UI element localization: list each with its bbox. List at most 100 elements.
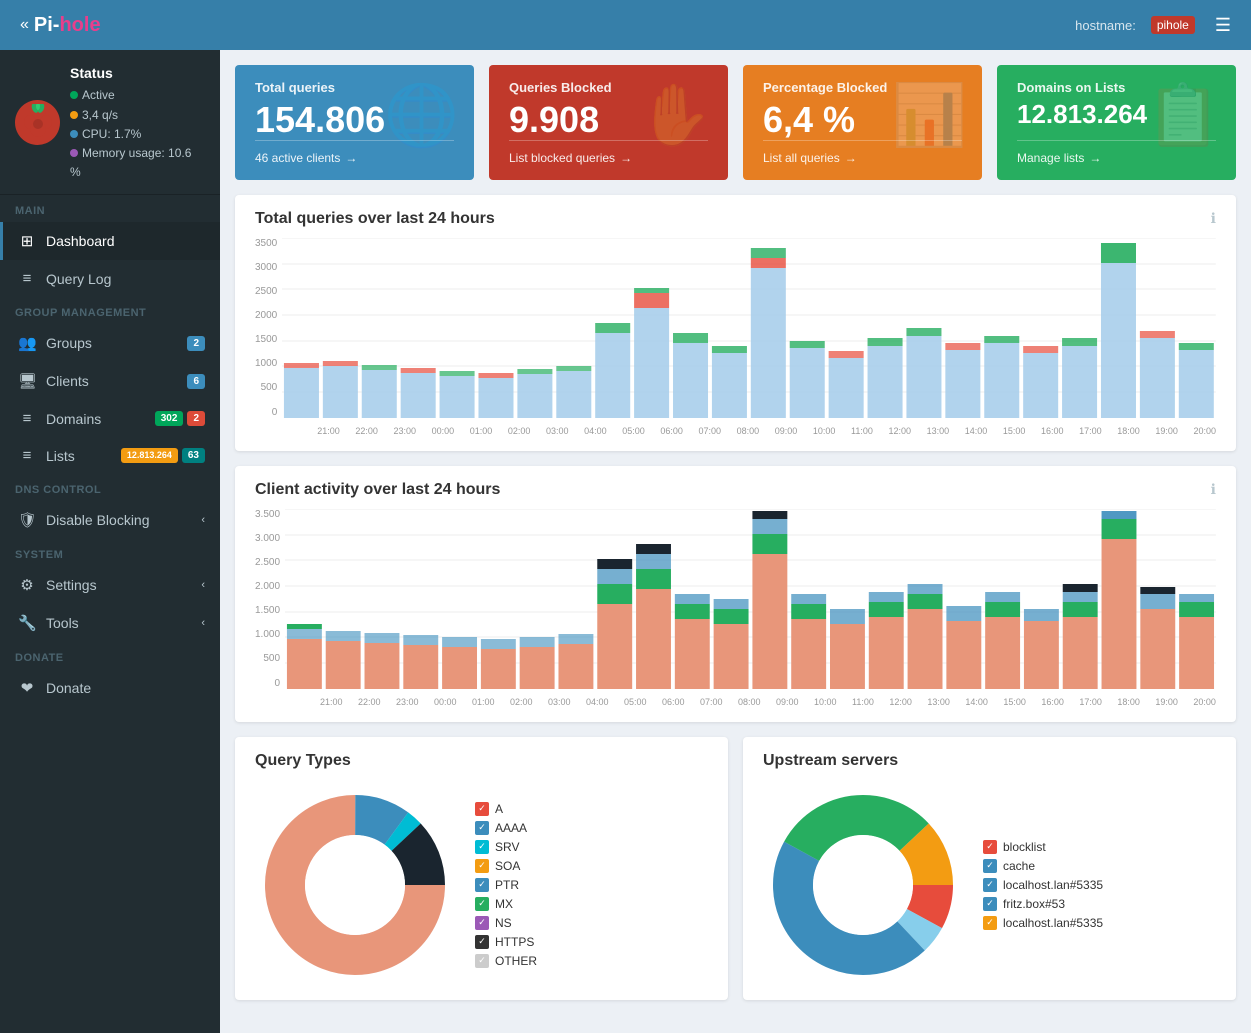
chart-total-title: Total queries over last 24 hours bbox=[255, 210, 495, 228]
avatar bbox=[15, 100, 60, 145]
upstream-content: ✓ blocklist ✓ cache ✓ localhost.lan#5335 bbox=[763, 785, 1216, 985]
section-label-donate: DONATE bbox=[0, 642, 220, 669]
query-types-card: Query Types bbox=[235, 737, 728, 1000]
sidebar-item-donate-label: Donate bbox=[46, 680, 91, 696]
legend-item-ptr: ✓ PTR bbox=[475, 878, 537, 892]
query-log-icon: ≡ bbox=[18, 270, 36, 287]
legend-check-other[interactable]: ✓ bbox=[475, 954, 489, 968]
disable-blocking-icon: 🛡 bbox=[18, 511, 36, 529]
legend-check-https[interactable]: ✓ bbox=[475, 935, 489, 949]
legend-item-blocklist: ✓ blocklist bbox=[983, 840, 1103, 854]
stat-card-total-queries: Total queries 154.806 🌐 46 active client… bbox=[235, 65, 474, 180]
legend-check-cache[interactable]: ✓ bbox=[983, 859, 997, 873]
upstream-donut bbox=[763, 785, 963, 985]
stat-footer-total[interactable]: 46 active clients → bbox=[255, 140, 454, 165]
status-memory: Memory usage: 10.6 % bbox=[70, 144, 205, 182]
legend-item-soa: ✓ SOA bbox=[475, 859, 537, 873]
donate-icon: ❤ bbox=[18, 679, 36, 697]
legend-item-https: ✓ HTTPS bbox=[475, 935, 537, 949]
legend-item-a: ✓ A bbox=[475, 802, 537, 816]
legend-check-a[interactable]: ✓ bbox=[475, 802, 489, 816]
stat-footer-percentage[interactable]: List all queries → bbox=[763, 140, 962, 165]
legend-item-cache: ✓ cache bbox=[983, 859, 1103, 873]
clients-icon: 🖥 bbox=[18, 372, 36, 390]
hamburger-button[interactable]: ☰ bbox=[1210, 10, 1236, 41]
stat-footer-domains[interactable]: Manage lists → bbox=[1017, 140, 1216, 165]
tools-chevron: ‹ bbox=[201, 617, 205, 629]
legend-item-localhost5335: ✓ localhost.lan#5335 bbox=[983, 878, 1103, 892]
groups-icon: 👥 bbox=[18, 334, 36, 352]
sidebar-item-dashboard-label: Dashboard bbox=[46, 233, 115, 249]
lists-badge-count: 12.813.264 bbox=[121, 448, 178, 463]
legend-check-soa[interactable]: ✓ bbox=[475, 859, 489, 873]
sidebar-item-domains[interactable]: ≡ Domains 302 2 bbox=[0, 400, 220, 437]
query-types-legend: ✓ A ✓ AAAA ✓ SRV ✓ SOA bbox=[475, 802, 537, 968]
section-label-main: MAIN bbox=[0, 195, 220, 222]
chart-client-bars: 21:0022:0023:0000:0001:0002:0003:0004:00… bbox=[285, 509, 1216, 707]
chart-total-bars: 21:0022:0023:0000:0001:0002:0003:0004:00… bbox=[282, 238, 1216, 436]
chart-total-info-icon[interactable]: ℹ bbox=[1211, 210, 1216, 227]
navbar-right: hostname: pihole ☰ bbox=[1075, 10, 1236, 41]
chart-client-activity: Client activity over last 24 hours ℹ 3.5… bbox=[235, 466, 1236, 722]
sidebar-item-groups-label: Groups bbox=[46, 335, 92, 351]
legend-check-aaaa[interactable]: ✓ bbox=[475, 821, 489, 835]
sidebar-item-settings[interactable]: ⚙ Settings ‹ bbox=[0, 566, 220, 604]
sidebar-item-groups[interactable]: 👥 Groups 2 bbox=[0, 324, 220, 362]
legend-item-ns: ✓ NS bbox=[475, 916, 537, 930]
clients-badge: 6 bbox=[187, 374, 205, 389]
sidebar-item-tools[interactable]: 🔧 Tools ‹ bbox=[0, 604, 220, 642]
brand-logo: Pi-hole bbox=[34, 14, 101, 37]
legend-check-localhost5335[interactable]: ✓ bbox=[983, 878, 997, 892]
chart-total-y-axis: 3500300025002000150010005000 bbox=[255, 238, 282, 418]
sidebar-item-clients[interactable]: 🖥 Clients 6 bbox=[0, 362, 220, 400]
status-active: Active bbox=[70, 86, 205, 105]
sidebar-item-tools-label: Tools bbox=[46, 615, 79, 631]
stat-footer-blocked[interactable]: List blocked queries → bbox=[509, 140, 708, 165]
charts-bottom: Query Types bbox=[235, 737, 1236, 1000]
sidebar-item-query-log[interactable]: ≡ Query Log bbox=[0, 260, 220, 297]
total-queries-svg bbox=[282, 238, 1216, 418]
section-label-group: GROUP MANAGEMENT bbox=[0, 297, 220, 324]
status-title: Status bbox=[70, 62, 205, 84]
legend-item-mx: ✓ MX bbox=[475, 897, 537, 911]
stat-card-percentage: Percentage Blocked 6,4 % 📊 List all quer… bbox=[743, 65, 982, 180]
legend-item-fritz: ✓ fritz.box#53 bbox=[983, 897, 1103, 911]
sidebar-item-disable-blocking[interactable]: 🛡 Disable Blocking ‹ bbox=[0, 501, 220, 539]
upstream-legend: ✓ blocklist ✓ cache ✓ localhost.lan#5335 bbox=[983, 840, 1103, 930]
sidebar-item-donate[interactable]: ❤ Donate bbox=[0, 669, 220, 707]
status-block: Status Active 3,4 q/s CPU: 1.7% Memory u… bbox=[0, 50, 220, 195]
legend-check-fritz[interactable]: ✓ bbox=[983, 897, 997, 911]
hostname-value: pihole bbox=[1151, 16, 1195, 34]
chart-client-y-axis: 3.5003.0002.5002.0001.5001.0005000 bbox=[255, 509, 285, 689]
chart-total-header: Total queries over last 24 hours ℹ bbox=[255, 210, 1216, 228]
layout: Status Active 3,4 q/s CPU: 1.7% Memory u… bbox=[0, 50, 1251, 1033]
sidebar-item-lists-label: Lists bbox=[46, 448, 75, 464]
chart-client-info-icon[interactable]: ℹ bbox=[1211, 481, 1216, 498]
section-label-dns: DNS CONTROL bbox=[0, 474, 220, 501]
status-cpu: CPU: 1.7% bbox=[70, 125, 205, 144]
upstream-servers-title: Upstream servers bbox=[763, 752, 1216, 770]
main-content: Total queries 154.806 🌐 46 active client… bbox=[220, 50, 1251, 1033]
legend-item-srv: ✓ SRV bbox=[475, 840, 537, 854]
legend-check-blocklist[interactable]: ✓ bbox=[983, 840, 997, 854]
domains-badges: 302 2 bbox=[155, 411, 205, 426]
legend-check-localhost5335b[interactable]: ✓ bbox=[983, 916, 997, 930]
legend-check-mx[interactable]: ✓ bbox=[475, 897, 489, 911]
collapse-sidebar-button[interactable]: « bbox=[15, 11, 34, 39]
brand-pi: Pi- bbox=[34, 14, 60, 36]
legend-check-ptr[interactable]: ✓ bbox=[475, 878, 489, 892]
domains-icon: ≡ bbox=[18, 410, 36, 427]
groups-badge: 2 bbox=[187, 336, 205, 351]
chart-client-title: Client activity over last 24 hours bbox=[255, 481, 500, 499]
status-rate: 3,4 q/s bbox=[70, 106, 205, 125]
sidebar: Status Active 3,4 q/s CPU: 1.7% Memory u… bbox=[0, 50, 220, 1033]
sidebar-item-dashboard[interactable]: ⊞ Dashboard bbox=[0, 222, 220, 260]
legend-item-localhost5335b: ✓ localhost.lan#5335 bbox=[983, 916, 1103, 930]
stat-card-domains: Domains on Lists 12.813.264 📋 Manage lis… bbox=[997, 65, 1236, 180]
dashboard-icon: ⊞ bbox=[18, 232, 36, 250]
chart-client-wrapper: 3.5003.0002.5002.0001.5001.0005000 bbox=[255, 509, 1216, 707]
legend-check-ns[interactable]: ✓ bbox=[475, 916, 489, 930]
legend-check-srv[interactable]: ✓ bbox=[475, 840, 489, 854]
sidebar-item-lists[interactable]: ≡ Lists 12.813.264 63 bbox=[0, 437, 220, 474]
sidebar-item-query-log-label: Query Log bbox=[46, 271, 111, 287]
